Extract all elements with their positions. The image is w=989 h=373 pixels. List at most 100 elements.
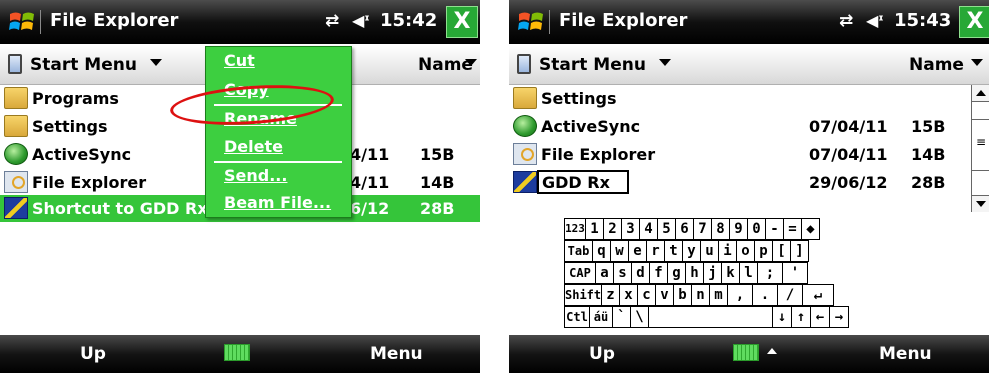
windows-start-icon[interactable] [8, 8, 36, 36]
key[interactable]: c [637, 284, 656, 306]
connectivity-icon[interactable]: ⇄ [839, 11, 853, 31]
key[interactable]: t [664, 240, 683, 262]
windows-start-icon[interactable] [517, 8, 545, 36]
sort-dropdown[interactable]: Name [909, 55, 964, 75]
key[interactable]: d [631, 262, 650, 284]
key[interactable]: 5 [657, 218, 676, 240]
key[interactable]: v [655, 284, 674, 306]
scroll-down-icon[interactable] [972, 195, 989, 212]
key[interactable]: f [649, 262, 668, 284]
key[interactable]: 2 [603, 218, 622, 240]
key[interactable]: g [667, 262, 686, 284]
key[interactable]: e [628, 240, 647, 262]
key[interactable]: h [685, 262, 704, 284]
key[interactable]: 1 [585, 218, 604, 240]
key[interactable]: o [736, 240, 755, 262]
key[interactable]: 9 [729, 218, 748, 240]
key-123[interactable]: 123 [564, 218, 586, 240]
ctrl-key[interactable]: Ctl [564, 306, 590, 328]
key[interactable]: , [727, 284, 753, 306]
key[interactable]: ' [782, 262, 808, 284]
key[interactable]: p [754, 240, 773, 262]
file-name: File Explorer [32, 173, 147, 192]
key[interactable]: y [682, 240, 701, 262]
arrow-right-key[interactable]: → [829, 306, 849, 328]
tab-key[interactable]: Tab [564, 240, 593, 262]
key[interactable]: = [783, 218, 802, 240]
key[interactable]: ; [757, 262, 783, 284]
location-dropdown[interactable]: Start Menu [30, 55, 137, 75]
caps-key[interactable]: CAP [564, 262, 596, 284]
key[interactable]: b [673, 284, 692, 306]
key[interactable]: \ [630, 306, 649, 328]
menu-item-delete[interactable]: Delete [224, 137, 283, 156]
softkey-bar: Up Menu [509, 335, 989, 373]
key[interactable]: i [718, 240, 737, 262]
key[interactable]: s [613, 262, 632, 284]
key[interactable]: . [752, 284, 778, 306]
menu-item-send[interactable]: Send... [224, 166, 287, 185]
volume-icon[interactable]: ◀ᶦ [352, 11, 370, 30]
key[interactable]: r [646, 240, 665, 262]
chevron-down-icon[interactable] [465, 59, 477, 66]
caret-up-icon[interactable] [767, 348, 777, 354]
key[interactable]: / [777, 284, 803, 306]
chevron-down-icon[interactable] [150, 59, 162, 66]
key[interactable]: 7 [693, 218, 712, 240]
key[interactable]: j [703, 262, 722, 284]
title-bar: File Explorer ⇄ ◀ᶦ 15:42 X [0, 0, 480, 44]
chevron-down-icon[interactable] [659, 59, 671, 66]
key[interactable]: [ [772, 240, 791, 262]
up-softkey[interactable]: Up [589, 344, 615, 364]
key[interactable]: - [765, 218, 784, 240]
list-item[interactable]: File Explorer 07/04/11 14B [509, 141, 989, 168]
key[interactable]: m [709, 284, 728, 306]
menu-softkey[interactable]: Menu [879, 344, 932, 364]
key[interactable]: 8 [711, 218, 730, 240]
close-button[interactable]: X [959, 6, 989, 38]
volume-icon[interactable]: ◀ᶦ [866, 11, 884, 30]
key[interactable]: z [601, 284, 620, 306]
vertical-scrollbar[interactable] [971, 85, 989, 212]
key[interactable]: w [610, 240, 629, 262]
accent-key[interactable]: áü [589, 306, 613, 328]
up-softkey[interactable]: Up [80, 344, 106, 364]
key[interactable]: u [700, 240, 719, 262]
clock[interactable]: 15:43 [894, 10, 951, 31]
list-item[interactable]: GDD Rx 29/06/12 28B [509, 169, 989, 196]
key[interactable]: 0 [747, 218, 766, 240]
key[interactable]: n [691, 284, 710, 306]
arrow-up-key[interactable]: ↑ [791, 306, 811, 328]
list-item[interactable]: Settings [509, 85, 989, 112]
clock[interactable]: 15:42 [380, 10, 437, 31]
key[interactable]: ` [612, 306, 631, 328]
enter-key[interactable]: ↵ [802, 284, 834, 306]
menu-softkey[interactable]: Menu [370, 344, 423, 364]
arrow-down-key[interactable]: ↓ [772, 306, 792, 328]
menu-item-cut[interactable]: Cut [224, 51, 255, 70]
key[interactable]: k [721, 262, 740, 284]
list-item[interactable]: ActiveSync 07/04/11 15B [509, 113, 989, 140]
key[interactable]: 6 [675, 218, 694, 240]
scroll-thumb[interactable] [972, 119, 989, 171]
shift-key[interactable]: Shift [564, 284, 602, 306]
scroll-up-icon[interactable] [972, 85, 989, 102]
backspace-key[interactable]: ◆ [801, 218, 820, 240]
key[interactable]: ] [790, 240, 809, 262]
keyboard-icon[interactable] [224, 344, 250, 361]
menu-item-beam-file[interactable]: Beam File... [224, 193, 331, 212]
location-dropdown[interactable]: Start Menu [539, 55, 646, 75]
key[interactable]: 4 [639, 218, 658, 240]
chevron-down-icon[interactable] [971, 59, 983, 66]
key[interactable]: q [592, 240, 611, 262]
arrow-left-key[interactable]: ← [810, 306, 830, 328]
close-button[interactable]: X [446, 6, 478, 38]
connectivity-icon[interactable]: ⇄ [325, 11, 339, 31]
space-key[interactable] [648, 306, 773, 328]
key[interactable]: 3 [621, 218, 640, 240]
keyboard-icon[interactable] [733, 344, 759, 361]
file-size: 15B [420, 145, 455, 164]
key[interactable]: a [595, 262, 614, 284]
key[interactable]: l [739, 262, 758, 284]
key[interactable]: x [619, 284, 638, 306]
